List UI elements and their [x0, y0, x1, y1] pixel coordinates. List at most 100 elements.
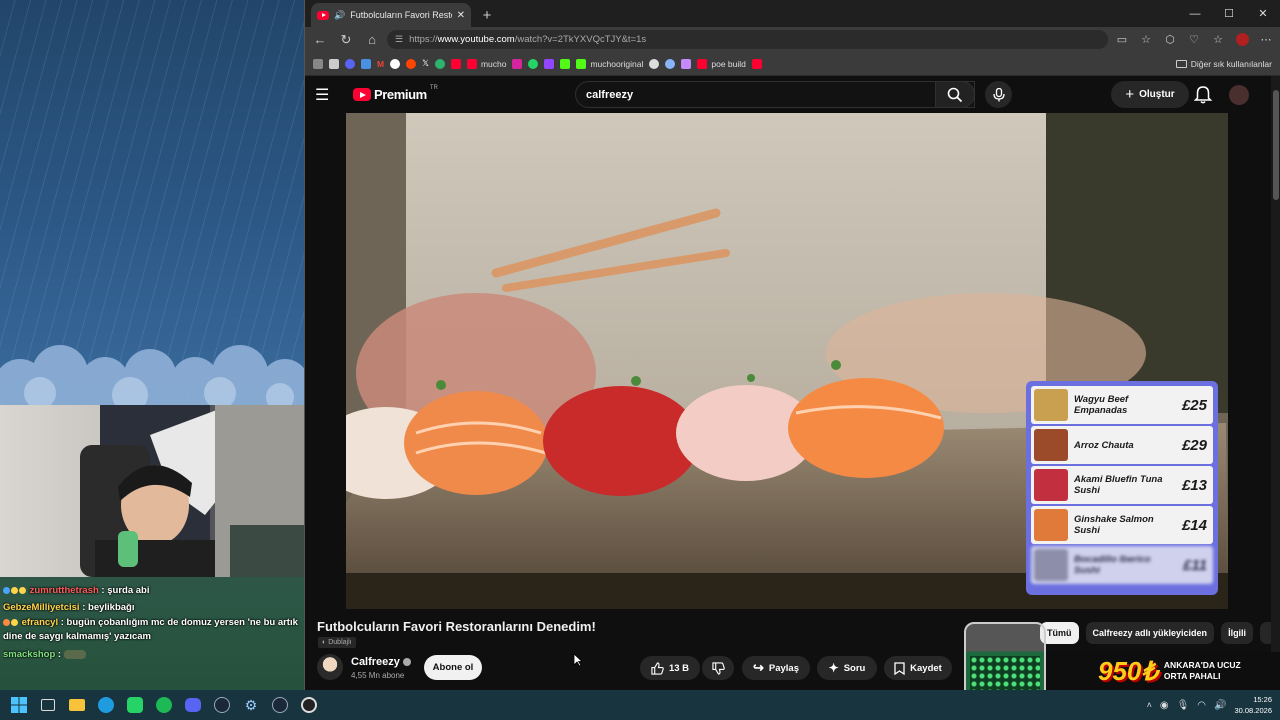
profile-icon[interactable] — [1232, 30, 1252, 50]
google-bookmark-icon[interactable] — [390, 55, 401, 73]
file-explorer-icon[interactable] — [66, 694, 88, 716]
minimize-button[interactable]: — — [1178, 0, 1212, 27]
dislike-button[interactable] — [702, 656, 734, 680]
page-scrollbar[interactable] — [1271, 76, 1280, 690]
spotify-icon[interactable] — [153, 694, 175, 716]
bookmark-poe-build[interactable]: poe build — [697, 55, 746, 73]
scrollbar-thumb[interactable] — [1273, 90, 1279, 200]
price-menu-overlay: Wagyu Beef Empanadas £25 Arroz Chauta £2… — [1026, 381, 1218, 595]
close-window-button[interactable]: ✕ — [1246, 0, 1280, 27]
save-button[interactable]: Kaydet — [884, 656, 952, 680]
clock[interactable]: 15:26 30.08.2026 — [1234, 694, 1272, 716]
browser-essentials-icon[interactable]: ♡ — [1184, 30, 1204, 50]
chip-related[interactable]: İlgili — [1221, 622, 1254, 644]
more-menu-icon[interactable]: ⋯ — [1256, 30, 1276, 50]
task-view-icon[interactable] — [37, 694, 59, 716]
account-avatar[interactable] — [1229, 85, 1249, 105]
menu-item: Bocadillo Iberico Sushi £11 — [1031, 546, 1213, 584]
channel-name[interactable]: Calfreezy — [351, 656, 411, 668]
search-input[interactable]: calfreezy ✕ — [575, 81, 975, 108]
stream-chat: zumrutthetrash : şurda abi GebzeMilliyet… — [0, 577, 304, 690]
browser-window: 🔊 Futbolcuların Favori Restoranl ✕ + — ☐… — [304, 0, 1280, 690]
bookmark-item[interactable] — [329, 55, 339, 73]
ask-button[interactable]: ✦ Soru — [817, 656, 877, 680]
close-tab-icon[interactable]: ✕ — [457, 10, 465, 21]
youtube-logo[interactable]: Premium TR — [353, 85, 438, 102]
extensions-icon[interactable]: ⬡ — [1160, 30, 1180, 50]
instagram-bookmark-icon[interactable] — [512, 55, 523, 73]
discord-icon[interactable] — [182, 694, 204, 716]
ad-text: ANKARA'DA UCUZ ORTA PAHALI — [1163, 660, 1241, 681]
edge-icon[interactable] — [95, 694, 117, 716]
volume-icon[interactable]: 🔊 — [1214, 700, 1226, 711]
microphone-tray-icon[interactable]: 🎙 — [1177, 700, 1190, 711]
site-info-icon[interactable]: ☰ — [395, 34, 403, 45]
menu-item: Ginshake Salmon Sushi £14 — [1031, 506, 1213, 544]
youtube-bookmark-icon[interactable] — [450, 55, 461, 73]
twitch-bookmark-icon[interactable] — [544, 55, 555, 73]
folder-icon — [1175, 59, 1187, 68]
video-player[interactable]: Wagyu Beef Empanadas £25 Arroz Chauta £2… — [346, 113, 1228, 609]
start-button[interactable] — [8, 694, 30, 716]
share-button[interactable]: ↪ Paylaş — [742, 656, 810, 680]
speaker-icon[interactable]: 🔊 — [334, 10, 345, 21]
obs-icon[interactable] — [298, 694, 320, 716]
gmail-bookmark-icon[interactable]: M — [377, 55, 384, 73]
dish-thumbnail — [1034, 549, 1068, 581]
dish-thumbnail — [1034, 429, 1068, 461]
bookmark-mucho[interactable]: mucho — [466, 55, 506, 73]
subscribe-button[interactable]: Abone ol — [424, 655, 482, 680]
bookmark-muchooriginal[interactable]: muchooriginal — [576, 55, 643, 73]
network-icon[interactable]: ◉ — [1160, 700, 1169, 711]
chat-message: zumrutthetrash : şurda abi — [3, 582, 301, 599]
reddit-bookmark-icon[interactable] — [406, 55, 417, 73]
steam-icon[interactable] — [269, 694, 291, 716]
channel-avatar[interactable] — [317, 654, 343, 680]
subscriber-count: 4,55 Mn abone — [351, 671, 405, 680]
settings-icon[interactable]: ⚙ — [240, 694, 262, 716]
search-button[interactable] — [935, 81, 975, 108]
dubbing-icon: ◐ — [322, 639, 327, 646]
chat-message: efrancyl : bugün çobanlığım mc de domuz … — [3, 617, 298, 642]
cloud-decoration — [0, 345, 304, 405]
youtube-bookmark-icon[interactable] — [751, 55, 762, 73]
whatsapp-bookmark-icon[interactable] — [528, 55, 539, 73]
bookmark-item[interactable] — [649, 55, 660, 73]
dish-thumbnail — [1034, 389, 1068, 421]
voice-search-button[interactable] — [985, 81, 1012, 108]
chat-message: smackshop : — [3, 646, 301, 663]
bookmark-item[interactable] — [313, 55, 323, 73]
bookmark-item[interactable] — [361, 55, 371, 73]
address-bar-row: ← ↻ ⌂ ☰ https://www.youtube.com/watch?v=… — [305, 27, 1280, 52]
bookmark-item[interactable] — [665, 55, 676, 73]
steam-icon[interactable] — [211, 694, 233, 716]
maximize-button[interactable]: ☐ — [1212, 0, 1246, 27]
home-button[interactable]: ⌂ — [361, 30, 383, 50]
chevron-up-icon[interactable]: ˄ — [1147, 700, 1152, 710]
x-bookmark-icon[interactable]: 𝕏 — [422, 55, 429, 73]
new-tab-button[interactable]: + — [477, 3, 497, 27]
back-button[interactable]: ← — [309, 30, 331, 50]
bookmarks-bar: M 𝕏 mucho muchooriginal poe build Diğer … — [305, 52, 1280, 76]
bookmark-item[interactable] — [434, 55, 445, 73]
browser-tab[interactable]: 🔊 Futbolcuların Favori Restoranl ✕ — [311, 3, 471, 27]
windows-taskbar: ⚙ ˄ ◉ 🎙 ◠ 🔊 15:26 30.08.2026 — [0, 690, 1280, 720]
reload-button[interactable]: ↻ — [335, 30, 357, 50]
bookmark-item[interactable] — [345, 55, 355, 73]
split-screen-icon[interactable]: ▭ — [1112, 30, 1132, 50]
like-button[interactable]: 13 B — [640, 656, 700, 680]
microphone-icon — [992, 87, 1005, 101]
create-button[interactable]: + Oluştur — [1111, 81, 1189, 108]
other-bookmarks-folder[interactable]: Diğer sık kullanılanlar — [1175, 59, 1272, 69]
bookmark-item[interactable] — [560, 55, 571, 73]
notifications-bell-icon[interactable] — [1193, 85, 1213, 105]
bookmark-item[interactable] — [681, 55, 692, 73]
favorite-star-icon[interactable]: ☆ — [1136, 30, 1156, 50]
chip-from-uploader[interactable]: Calfreezy adlı yükleyiciden — [1085, 622, 1215, 644]
hamburger-menu-icon[interactable]: ☰ — [315, 85, 345, 105]
mouse-cursor-icon — [573, 653, 583, 667]
whatsapp-icon[interactable] — [124, 694, 146, 716]
url-input[interactable]: ☰ https://www.youtube.com/watch?v=2TkYXV… — [387, 30, 1108, 49]
collections-icon[interactable]: ☆ — [1208, 30, 1228, 50]
wifi-icon[interactable]: ◠ — [1197, 700, 1206, 711]
